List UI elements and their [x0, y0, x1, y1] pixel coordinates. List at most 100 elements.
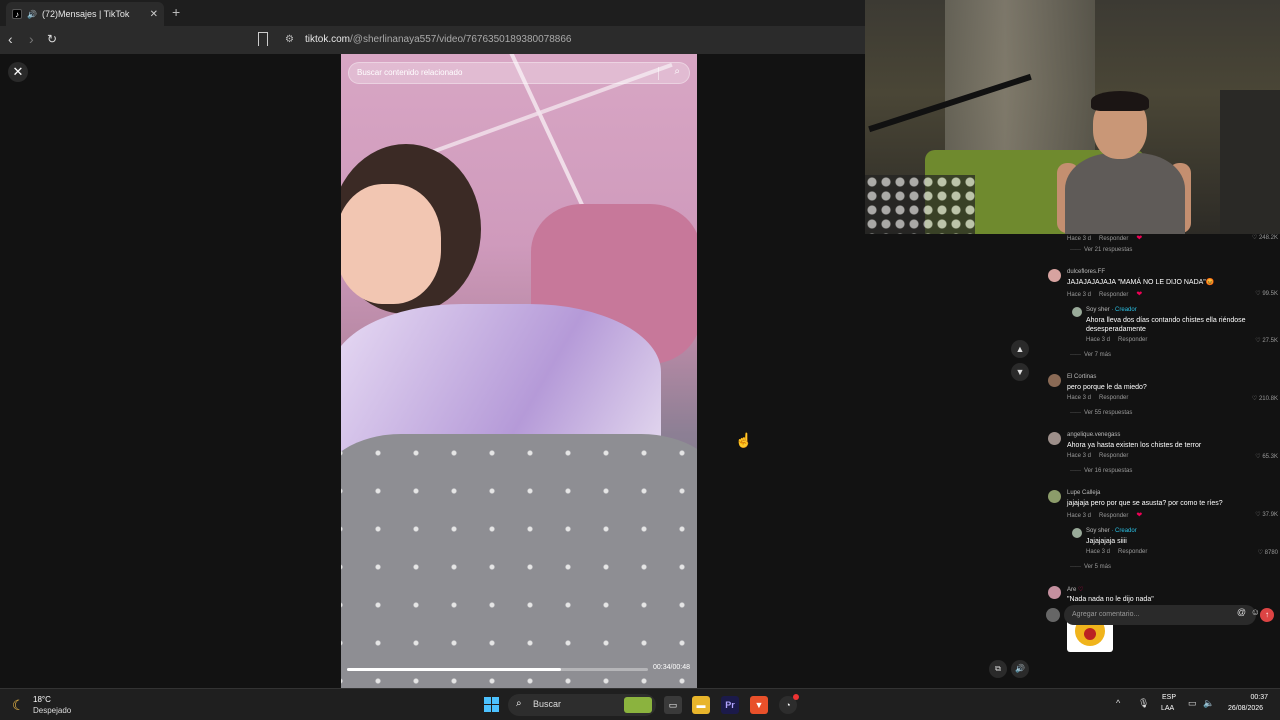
view-replies-button[interactable]: Ver 55 respuestas [1070, 410, 1132, 416]
user-avatar[interactable] [1046, 608, 1060, 622]
avatar[interactable] [1048, 432, 1061, 445]
view-more-replies-button[interactable]: Ver 7 más [1070, 352, 1111, 358]
avatar[interactable] [1072, 307, 1082, 317]
reply-button[interactable]: Responder [1099, 395, 1128, 401]
comment-user[interactable]: Soy sher · Creador [1086, 528, 1137, 534]
reply-button[interactable]: Responder [1118, 337, 1147, 343]
comment-likes[interactable]: ♡ 99.5K [1255, 290, 1278, 297]
comment-composer: Agregar comentario... @ ☺ ↑ [1046, 605, 1276, 627]
comment-user[interactable]: Are ♡ [1067, 586, 1083, 593]
comment-user[interactable]: angelique.venegass [1067, 432, 1120, 438]
comment-meta: Hace 3 d Responder [1067, 395, 1136, 401]
comment-likes[interactable]: ♡ 65.3K [1255, 453, 1278, 460]
premiere-pro-icon[interactable]: Pr [721, 696, 739, 714]
avatar[interactable] [1048, 586, 1061, 599]
volume-icon[interactable]: 🔊 [1011, 660, 1029, 678]
comment-age: Hace 3 d [1067, 453, 1092, 459]
video-progress-bar[interactable] [347, 668, 648, 671]
creator-badge: · Creador [1111, 528, 1137, 534]
bookmark-icon[interactable] [258, 32, 268, 46]
mention-icon[interactable]: @ [1237, 607, 1246, 617]
windows-start-icon[interactable] [483, 696, 501, 714]
tray-chevron-icon[interactable]: ^ [1116, 698, 1120, 708]
video-player[interactable]: Buscar contenido relacionado ⌕ 00:34/00:… [341, 54, 697, 688]
comment-text: Ahora ya hasta existen los chistes de te… [1067, 442, 1202, 449]
avatar[interactable] [1072, 528, 1082, 538]
comment-age: Hace 3 d [1086, 549, 1111, 555]
next-video-icon[interactable]: ▼ [1011, 363, 1029, 381]
comment-user[interactable]: Lupe Calleja [1067, 490, 1100, 496]
reload-icon[interactable]: ↻ [47, 32, 57, 46]
comment-user[interactable]: dulceflores.FF [1067, 269, 1105, 275]
comment-user-name: Are [1067, 587, 1077, 593]
weather-desc[interactable]: Despejado [33, 706, 71, 715]
comment-likes[interactable]: ♡ 248.2K [1252, 234, 1278, 241]
display-icon[interactable]: ▭ [1188, 698, 1197, 709]
sticker-mouth [1084, 628, 1096, 640]
input-layout[interactable]: LAA [1161, 705, 1174, 712]
file-explorer-icon[interactable]: ▬ [692, 696, 710, 714]
send-icon[interactable]: ↑ [1260, 608, 1274, 622]
address-bar[interactable]: tiktok.com/@sherlinanaya557/video/767635… [305, 34, 571, 45]
creator-heart-icon: ❤ [1136, 512, 1143, 519]
taskbar-search[interactable]: ⌕ Buscar [508, 694, 656, 716]
view-replies-button[interactable]: Ver 21 respuestas [1070, 247, 1132, 253]
avatar[interactable] [1048, 490, 1061, 503]
avatar[interactable] [1048, 374, 1061, 387]
avatar[interactable] [1048, 269, 1061, 282]
webcam-shelf [1220, 90, 1280, 234]
tab-close-icon[interactable]: ✕ [150, 9, 158, 20]
browser-tabbar: ♪ 🔊 (72)Mensajes | TikTok ✕ + [0, 0, 865, 26]
site-info-icon[interactable]: ⚙ [285, 34, 294, 45]
reply-user-name: Soy sher [1086, 528, 1110, 534]
app-notification-icon[interactable]: ◔ [779, 694, 799, 714]
like-icon: ♡ [1251, 396, 1259, 402]
reply-button[interactable]: Responder [1099, 292, 1128, 298]
back-icon[interactable]: ‹ [8, 31, 13, 47]
close-video-icon[interactable]: ✕ [8, 62, 28, 82]
creator-heart-icon: ❤ [1136, 291, 1143, 298]
comments-panel: Hace 3 d Responder ❤ ♡ 248.2K Ver 21 respu… [1040, 234, 1280, 656]
view-more-replies-button[interactable]: Ver 5 más [1070, 564, 1111, 570]
view-replies-button[interactable]: Ver 16 respuestas [1070, 468, 1132, 474]
like-count: 8780 [1264, 550, 1278, 556]
weather-temp[interactable]: 18°C [33, 695, 51, 704]
taskbar-date[interactable]: 26/08/2026 [1228, 705, 1263, 712]
previous-video-icon[interactable]: ▲ [1011, 340, 1029, 358]
new-tab-icon[interactable]: + [172, 4, 180, 20]
browser-navbar: ‹ › ↻ ⚙ tiktok.com/@sherlinanaya557/vide… [0, 26, 865, 54]
webcam-dog [865, 175, 975, 234]
reply-button[interactable]: Responder [1099, 453, 1128, 459]
reply-button[interactable]: Responder [1099, 513, 1128, 519]
search-icon[interactable]: ⌕ [674, 66, 680, 77]
browser-tab[interactable]: ♪ 🔊 (72)Mensajes | TikTok ✕ [6, 2, 164, 26]
forward-icon[interactable]: › [29, 31, 34, 47]
reply-button[interactable]: Responder [1118, 549, 1147, 555]
comment-user[interactable]: Soy sher · Creador [1086, 307, 1137, 313]
task-view-icon[interactable]: ▭ [664, 696, 682, 714]
taskbar-clock[interactable]: 00:37 [1240, 694, 1268, 701]
like-count: 248.2K [1258, 235, 1278, 241]
comment-likes[interactable]: ♡ 27.5K [1255, 337, 1278, 344]
related-search-bar[interactable]: Buscar contenido relacionado ⌕ [348, 62, 690, 84]
comment-input[interactable]: Agregar comentario... @ ☺ [1064, 605, 1260, 625]
reply-button[interactable]: Responder [1099, 236, 1128, 242]
comment-meta: Hace 3 d Responder [1086, 337, 1155, 343]
comment-user[interactable]: El Cortinas [1067, 374, 1096, 380]
windows-taskbar: ☾ 18°C Despejado ⌕ Buscar ▭ ▬ Pr ▼ ◔ ^ 🎙… [0, 688, 1280, 720]
comment-text: Ahora lleva dos días contando chistes el… [1086, 317, 1246, 333]
emoji-icon[interactable]: ☺ [1251, 607, 1260, 617]
pip-icon[interactable]: ⧉ [989, 660, 1007, 678]
speaker-icon[interactable]: 🔈 [1203, 698, 1214, 709]
input-language[interactable]: ESP [1162, 694, 1176, 701]
comment-text: pero porque le da miedo? [1067, 384, 1147, 391]
comment-likes[interactable]: ♡ 8780 [1258, 549, 1278, 556]
speaker-icon[interactable]: 🔊 [27, 10, 37, 19]
brave-browser-icon[interactable]: ▼ [750, 696, 768, 714]
reply-user-name: Soy sher [1086, 307, 1110, 313]
taskbar-search-label: Buscar [533, 699, 562, 709]
comment-likes[interactable]: ♡ 37.9K [1255, 511, 1278, 518]
microphone-icon[interactable]: 🎙 [1138, 698, 1149, 709]
comment-likes[interactable]: ♡ 210.8K [1252, 395, 1278, 402]
moon-weather-icon[interactable]: ☾ [12, 697, 25, 714]
